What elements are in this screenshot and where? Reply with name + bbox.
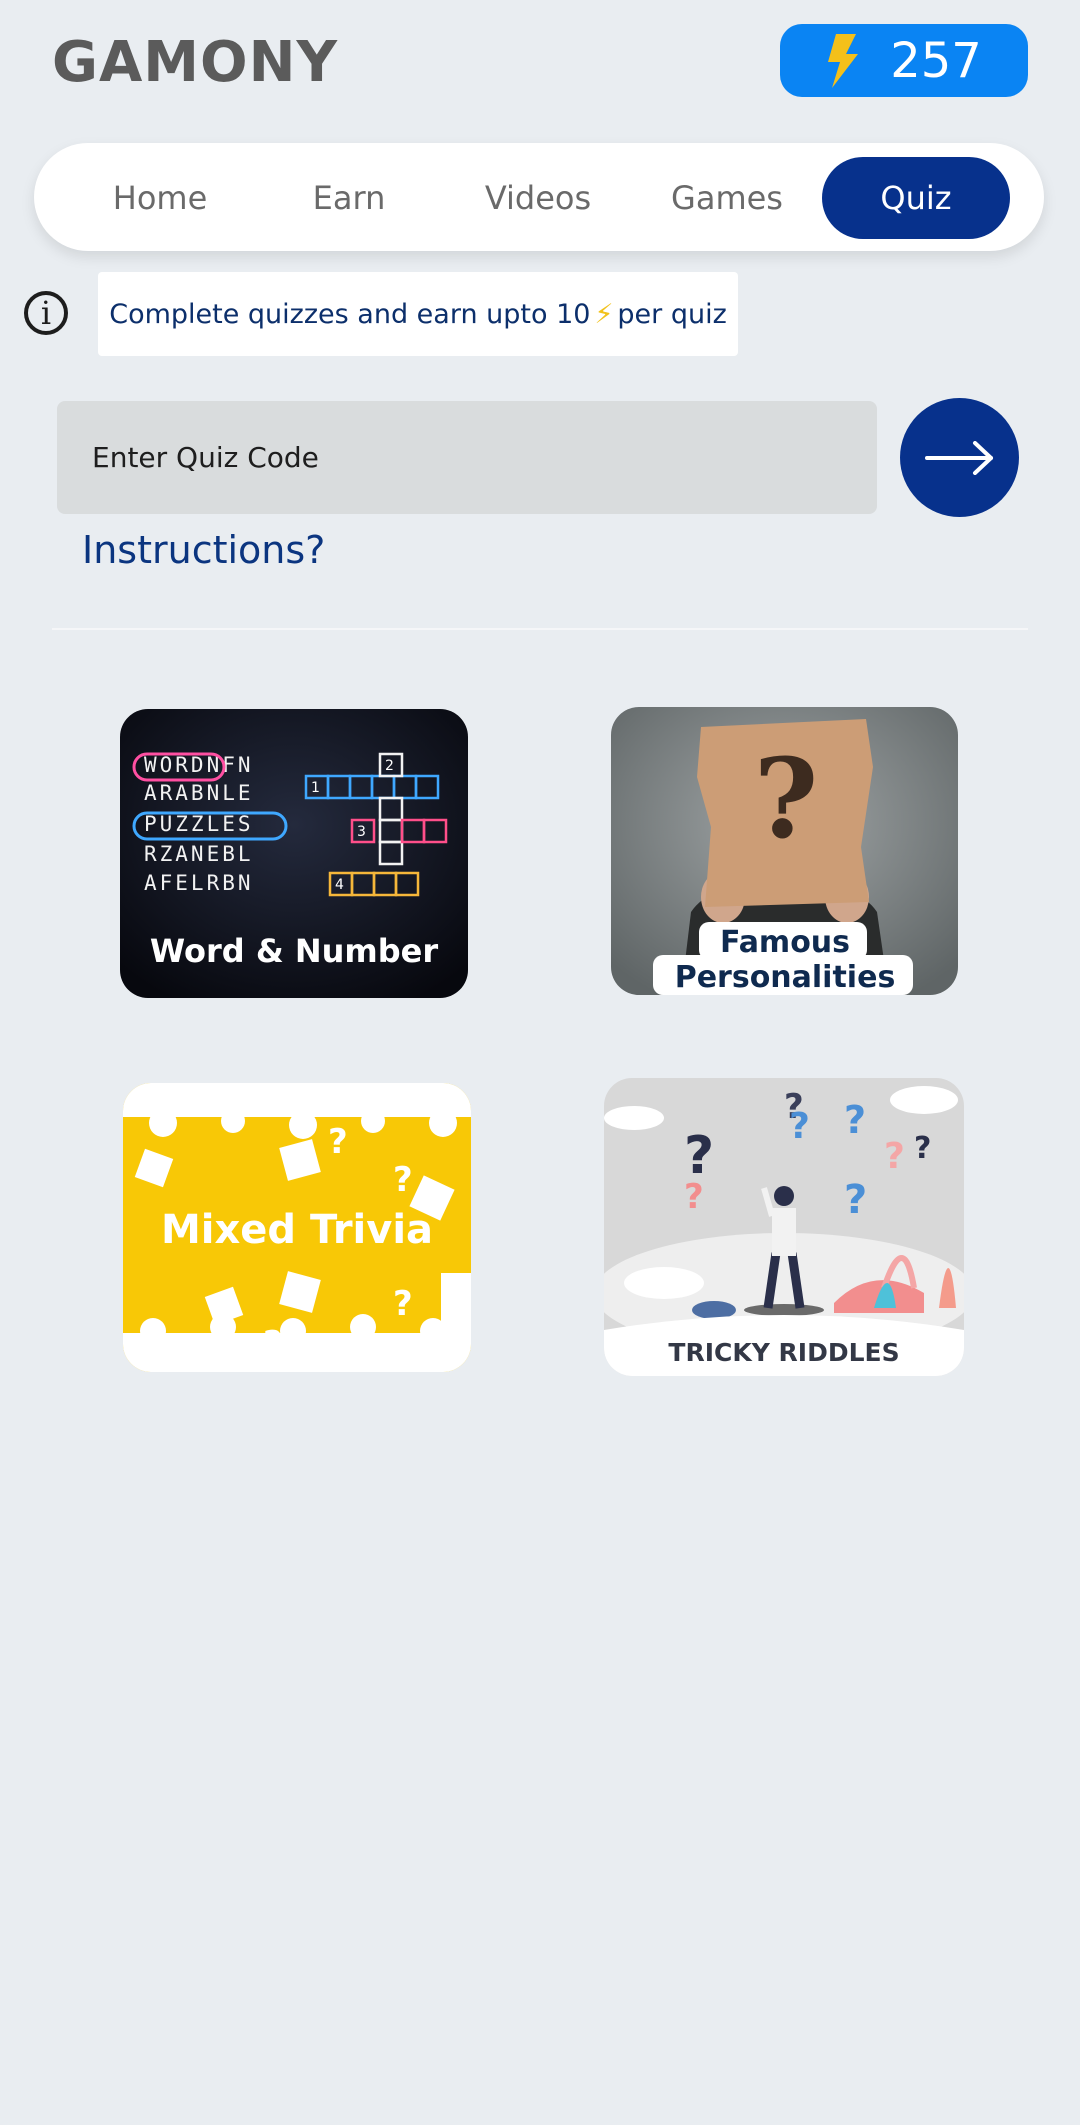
info-text-end: per quiz — [617, 298, 727, 330]
coin-balance-badge[interactable]: 257 — [780, 24, 1028, 97]
card-title-word-number: Word & Number — [150, 932, 439, 970]
tricky-riddles-image: ? ? ? ? ? ? ? ? TRICKY RIDDLES — [604, 1078, 964, 1376]
app-title: GAMONY — [52, 30, 339, 95]
category-card-mixed-trivia[interactable]: ? ? ? ? Mixed Trivia — [123, 1083, 471, 1372]
puzzle-question-mark-1: ? — [393, 1160, 413, 1200]
section-divider — [52, 628, 1028, 630]
puzzle-question-mark-3: ? — [393, 1284, 413, 1324]
riddle-question-mark-6: ? — [844, 1177, 867, 1223]
grid-number-4: 4 — [335, 877, 344, 893]
mixed-trivia-image: ? ? ? ? Mixed Trivia — [123, 1083, 471, 1372]
question-mark-graphic: ? — [754, 734, 818, 863]
card-title-tricky-riddles: TRICKY RIDDLES — [668, 1338, 899, 1367]
lightning-icon — [828, 33, 859, 88]
riddle-question-mark-4: ? — [844, 1098, 866, 1142]
riddle-question-mark-3: ? — [789, 1106, 810, 1147]
riddle-question-mark-5: ? — [684, 1177, 704, 1217]
puzzle-row-1: WORDNFN — [144, 753, 254, 777]
small-lightning-icon: ⚡ — [594, 298, 614, 330]
riddle-question-mark-8: ? — [914, 1131, 931, 1166]
tab-games[interactable]: Games — [633, 157, 821, 239]
puzzle-question-mark-2: ? — [328, 1122, 348, 1162]
puzzle-row-5: AFELRBN — [144, 871, 254, 895]
riddle-question-mark-7: ? — [884, 1136, 905, 1177]
tab-videos[interactable]: Videos — [444, 157, 632, 239]
card-title-famous: Famous — [720, 925, 850, 960]
card-title-mixed-trivia: Mixed Trivia — [161, 1207, 433, 1253]
puzzle-row-4: RZANEBL — [144, 842, 254, 866]
info-text-start: Complete quizzes and earn upto 10 — [109, 298, 591, 330]
grid-number-3: 3 — [357, 824, 366, 840]
grid-number-1: 1 — [311, 780, 320, 796]
word-number-image: WORDNFN ARABNLE PUZZLES RZANEBL AFELRBN … — [120, 709, 468, 998]
puzzle-row-3: PUZZLES — [144, 812, 254, 836]
grid-number-2: 2 — [385, 758, 394, 774]
instructions-link[interactable]: Instructions? — [82, 528, 325, 572]
main-navigation: Home Earn Videos Games Quiz — [34, 143, 1044, 251]
submit-code-button[interactable] — [900, 398, 1019, 517]
card-title-personalities: Personalities — [675, 960, 896, 995]
info-icon[interactable]: i — [24, 291, 68, 335]
tab-home[interactable]: Home — [66, 157, 254, 239]
famous-personalities-image: ? Famous Personalities — [611, 707, 958, 995]
quiz-code-input[interactable] — [57, 401, 877, 514]
category-card-tricky-riddles[interactable]: ? ? ? ? ? ? ? ? TRICKY RIDDLES — [604, 1078, 964, 1376]
category-card-famous-personalities[interactable]: ? Famous Personalities — [611, 707, 958, 995]
tab-earn[interactable]: Earn — [255, 157, 443, 239]
category-card-word-number[interactable]: WORDNFN ARABNLE PUZZLES RZANEBL AFELRBN … — [120, 709, 468, 998]
tab-quiz[interactable]: Quiz — [822, 157, 1010, 239]
puzzle-row-2: ARABNLE — [144, 781, 254, 805]
coin-count: 257 — [890, 32, 982, 89]
arrow-right-icon — [924, 440, 993, 475]
puzzle-question-mark-4: ? — [263, 1324, 283, 1364]
info-message: Complete quizzes and earn upto 10 ⚡ per … — [98, 272, 738, 356]
